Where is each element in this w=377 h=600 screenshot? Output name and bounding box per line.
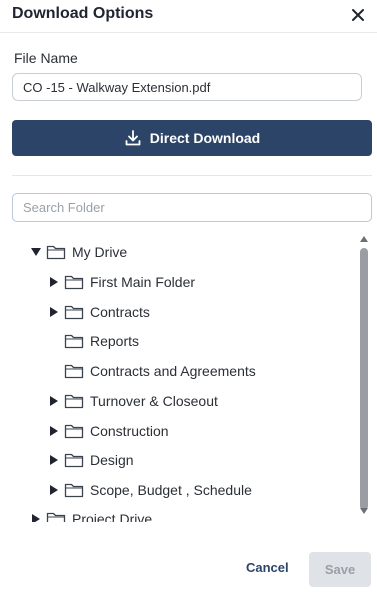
folder-icon [64,452,84,468]
folder-icon [64,393,84,409]
direct-download-button[interactable]: Direct Download [12,120,372,156]
tree-node-design[interactable]: Design [48,449,134,471]
tree-node-label: Contracts and Agreements [90,363,256,379]
tree-node-label: Turnover & Closeout [90,393,218,409]
folder-icon [46,244,66,260]
tree-node-contracts-and-agreements[interactable]: Contracts and Agreements [48,360,256,382]
tree-scrollbar[interactable] [357,232,371,522]
tree-node-project-drive[interactable]: Project Drive [30,508,152,522]
tree-node-my-drive[interactable]: My Drive [30,241,127,263]
tree-node-contracts[interactable]: Contracts [48,301,150,323]
tree-node-reports[interactable]: Reports [48,330,139,352]
dialog-header: Download Options [0,0,377,33]
tree-node-label: Project Drive [72,511,153,522]
caret-right-icon[interactable] [48,276,60,288]
caret-right-icon[interactable] [48,306,60,318]
tree-node-label: My Drive [72,244,128,260]
tree-node-label: Reports [90,333,140,349]
folder-icon [64,333,84,349]
divider [12,175,372,176]
caret-right-icon[interactable] [48,454,60,466]
caret-right-icon[interactable] [30,513,42,522]
folder-icon [64,363,84,379]
tree-node-label: Contracts [90,304,150,320]
caret-right-icon[interactable] [48,484,60,496]
dialog-title: Download Options [12,5,154,22]
direct-download-label: Direct Download [149,130,261,146]
tree-node-turnover-closeout[interactable]: Turnover & Closeout [48,390,218,412]
tree-node-label: Construction [90,423,169,439]
folder-icon [46,511,66,522]
caret-right-icon[interactable] [48,395,60,407]
close-icon [352,9,364,21]
file-name-input[interactable] [12,73,362,101]
file-name-label: File Name [14,50,78,66]
search-folder-input[interactable] [12,193,372,222]
folder-icon [64,482,84,498]
tree-node-label: Scope, Budget , Schedule [90,482,252,498]
caret-down-icon[interactable] [30,246,42,258]
tree-node-first-main-folder[interactable]: First Main Folder [48,271,195,293]
tree-node-label: Design [90,452,134,468]
tree-node-construction[interactable]: Construction [48,420,169,442]
folder-tree: My Drive First Main Folder Contracts Rep… [12,232,354,522]
tree-node-scope-budget-schedule[interactable]: Scope, Budget , Schedule [48,479,252,501]
scrollbar-thumb[interactable] [360,248,368,510]
folder-icon [64,423,84,439]
scroll-down-icon[interactable] [359,506,369,516]
tree-node-label: First Main Folder [90,274,196,290]
save-button[interactable]: Save [309,552,371,587]
folder-icon [64,304,84,320]
close-button[interactable] [347,4,369,26]
scroll-up-icon[interactable] [359,234,369,244]
cancel-button[interactable]: Cancel [246,560,289,575]
download-icon [125,130,141,146]
folder-icon [64,274,84,290]
caret-right-icon[interactable] [48,425,60,437]
